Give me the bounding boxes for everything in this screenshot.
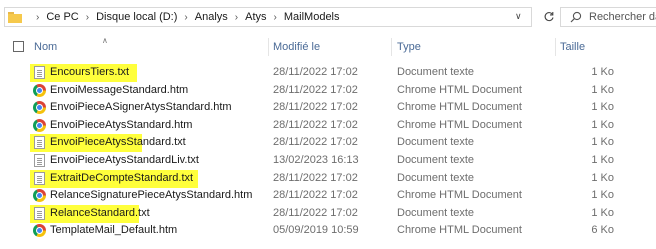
search-input[interactable]: Rechercher dans : (560, 7, 656, 27)
file-modified: 05/09/2019 10:59 (273, 224, 359, 237)
file-type: Chrome HTML Document (397, 83, 522, 96)
chevron-right-icon[interactable]: › (235, 12, 238, 23)
file-size: 1 Ko (591, 206, 614, 219)
file-row[interactable]: TemplateMail_Default.htm 05/09/2019 10:59… (0, 222, 656, 240)
column-divider[interactable] (268, 38, 269, 56)
file-size: 1 Ko (591, 189, 614, 202)
file-type: Document texte (397, 66, 475, 78)
breadcrumb: › Ce PC › Disque local (D:) › Analys › A… (29, 11, 340, 23)
file-size: 1 Ko (591, 101, 614, 114)
breadcrumb-local-disk[interactable]: Disque local (D:) (96, 11, 177, 23)
breadcrumb-analys[interactable]: Analys (195, 11, 228, 23)
file-type: Chrome HTML Document (397, 189, 522, 202)
file-modified: 28/11/2022 17:02 (273, 83, 358, 96)
sort-up-icon: ∧ (102, 36, 108, 45)
file-type: Chrome HTML Document (397, 101, 522, 114)
file-row[interactable]: EnvoiMessageStandard.htm 28/11/2022 17:02… (0, 82, 656, 100)
file-row[interactable]: RelanceStandard.txt 28/11/2022 17:02 Docum… (0, 204, 656, 223)
file-type: Chrome HTML Document (397, 118, 522, 131)
folder-icon (8, 12, 22, 23)
file-row[interactable]: ExtraitDeCompteStandard.txt 28/11/2022 17… (0, 169, 656, 188)
file-name: TemplateMail_Default.htm (50, 224, 178, 237)
chevron-right-icon[interactable]: › (184, 12, 187, 23)
address-bar-area: › Ce PC › Disque local (D:) › Analys › A… (0, 0, 656, 32)
file-modified: 28/11/2022 17:02 (273, 171, 358, 184)
text-file-icon (33, 206, 47, 221)
file-name: EnvoiPieceAtysStandardLiv.txt (50, 153, 199, 166)
column-divider[interactable] (391, 38, 392, 56)
file-row[interactable]: EnvoiPieceAtysStandard.htm 28/11/2022 17:… (0, 117, 656, 135)
file-modified: 13/02/2023 16:13 (273, 153, 359, 166)
chrome-html-icon (33, 101, 47, 115)
file-size: 6 Ko (591, 224, 614, 237)
file-type: Document texte (397, 171, 475, 184)
breadcrumb-this-pc[interactable]: Ce PC (46, 11, 78, 23)
file-name: EncoursTiers.txt (50, 66, 130, 78)
column-modified[interactable]: Modifié le (273, 41, 320, 53)
file-size: 1 Ko (591, 83, 614, 96)
chevron-right-icon[interactable]: › (36, 12, 39, 23)
file-size: 1 Ko (591, 136, 614, 149)
file-row[interactable]: EnvoiPieceAtysStandardLiv.txt 13/02/2023 … (0, 152, 656, 170)
address-bar[interactable]: › Ce PC › Disque local (D:) › Analys › A… (4, 7, 532, 27)
file-name: ExtraitDeCompteStandard.txt (50, 171, 194, 184)
file-name: EnvoiPieceAtysStandard.htm (50, 118, 193, 131)
file-size: 1 Ko (591, 118, 614, 131)
file-size: 1 Ko (591, 171, 614, 184)
file-type: Document texte (397, 136, 475, 149)
file-type: Chrome HTML Document (397, 224, 522, 237)
breadcrumb-atys[interactable]: Atys (245, 11, 266, 23)
text-file-icon (33, 136, 47, 150)
file-list: EncoursTiers.txt 28/11/2022 17:02 Document… (0, 64, 656, 240)
file-row[interactable]: EncoursTiers.txt 28/11/2022 17:02 Document… (0, 64, 656, 82)
file-modified: 28/11/2022 17:02 (273, 118, 358, 131)
file-type: Document texte (397, 206, 475, 219)
breadcrumb-mailmodels[interactable]: MailModels (284, 11, 340, 23)
chevron-right-icon[interactable]: › (86, 12, 89, 23)
file-modified: 28/11/2022 17:02 (273, 136, 358, 149)
text-file-icon (33, 66, 47, 80)
refresh-button[interactable] (536, 7, 562, 27)
file-modified: 28/11/2022 17:02 (273, 189, 358, 202)
file-modified: 28/11/2022 17:02 (273, 206, 358, 219)
file-name: EnvoiPieceAtysStandard.txt (50, 136, 186, 149)
file-name: EnvoiMessageStandard.htm (50, 83, 189, 96)
text-file-icon (33, 153, 47, 168)
file-size: 1 Ko (591, 153, 614, 166)
select-all-checkbox[interactable] (13, 41, 24, 52)
chrome-html-icon (33, 224, 47, 238)
column-size[interactable]: Taille (560, 41, 585, 53)
column-divider[interactable] (555, 38, 556, 56)
chevron-right-icon[interactable]: › (274, 12, 277, 23)
column-header: ∧ Nom Modifié le Type Taille (0, 36, 656, 58)
chevron-down-icon[interactable]: ∨ (515, 11, 522, 22)
column-type[interactable]: Type (397, 41, 421, 53)
file-name: RelanceStandard.txt (50, 206, 150, 219)
file-modified: 28/11/2022 17:02 (273, 66, 358, 78)
search-placeholder: Rechercher dans : (589, 11, 656, 23)
search-icon (570, 11, 582, 23)
chrome-html-icon (33, 118, 47, 133)
file-type: Document texte (397, 153, 475, 166)
file-name: EnvoiPieceASignerAtysStandard.htm (50, 101, 232, 114)
file-size: 1 Ko (591, 66, 614, 78)
chrome-html-icon (33, 189, 47, 203)
chrome-html-icon (33, 83, 47, 98)
file-name: RelanceSignaturePieceAtysStandard.htm (50, 189, 253, 202)
file-row[interactable]: RelanceSignaturePieceAtysStandard.htm 28/… (0, 187, 656, 205)
column-name[interactable]: Nom (34, 41, 57, 53)
refresh-icon (544, 12, 554, 22)
text-file-icon (33, 171, 47, 186)
file-row[interactable]: EnvoiPieceASignerAtysStandard.htm 28/11/2… (0, 99, 656, 117)
file-row[interactable]: EnvoiPieceAtysStandard.txt 28/11/2022 17:… (0, 134, 656, 153)
file-modified: 28/11/2022 17:02 (273, 101, 358, 114)
